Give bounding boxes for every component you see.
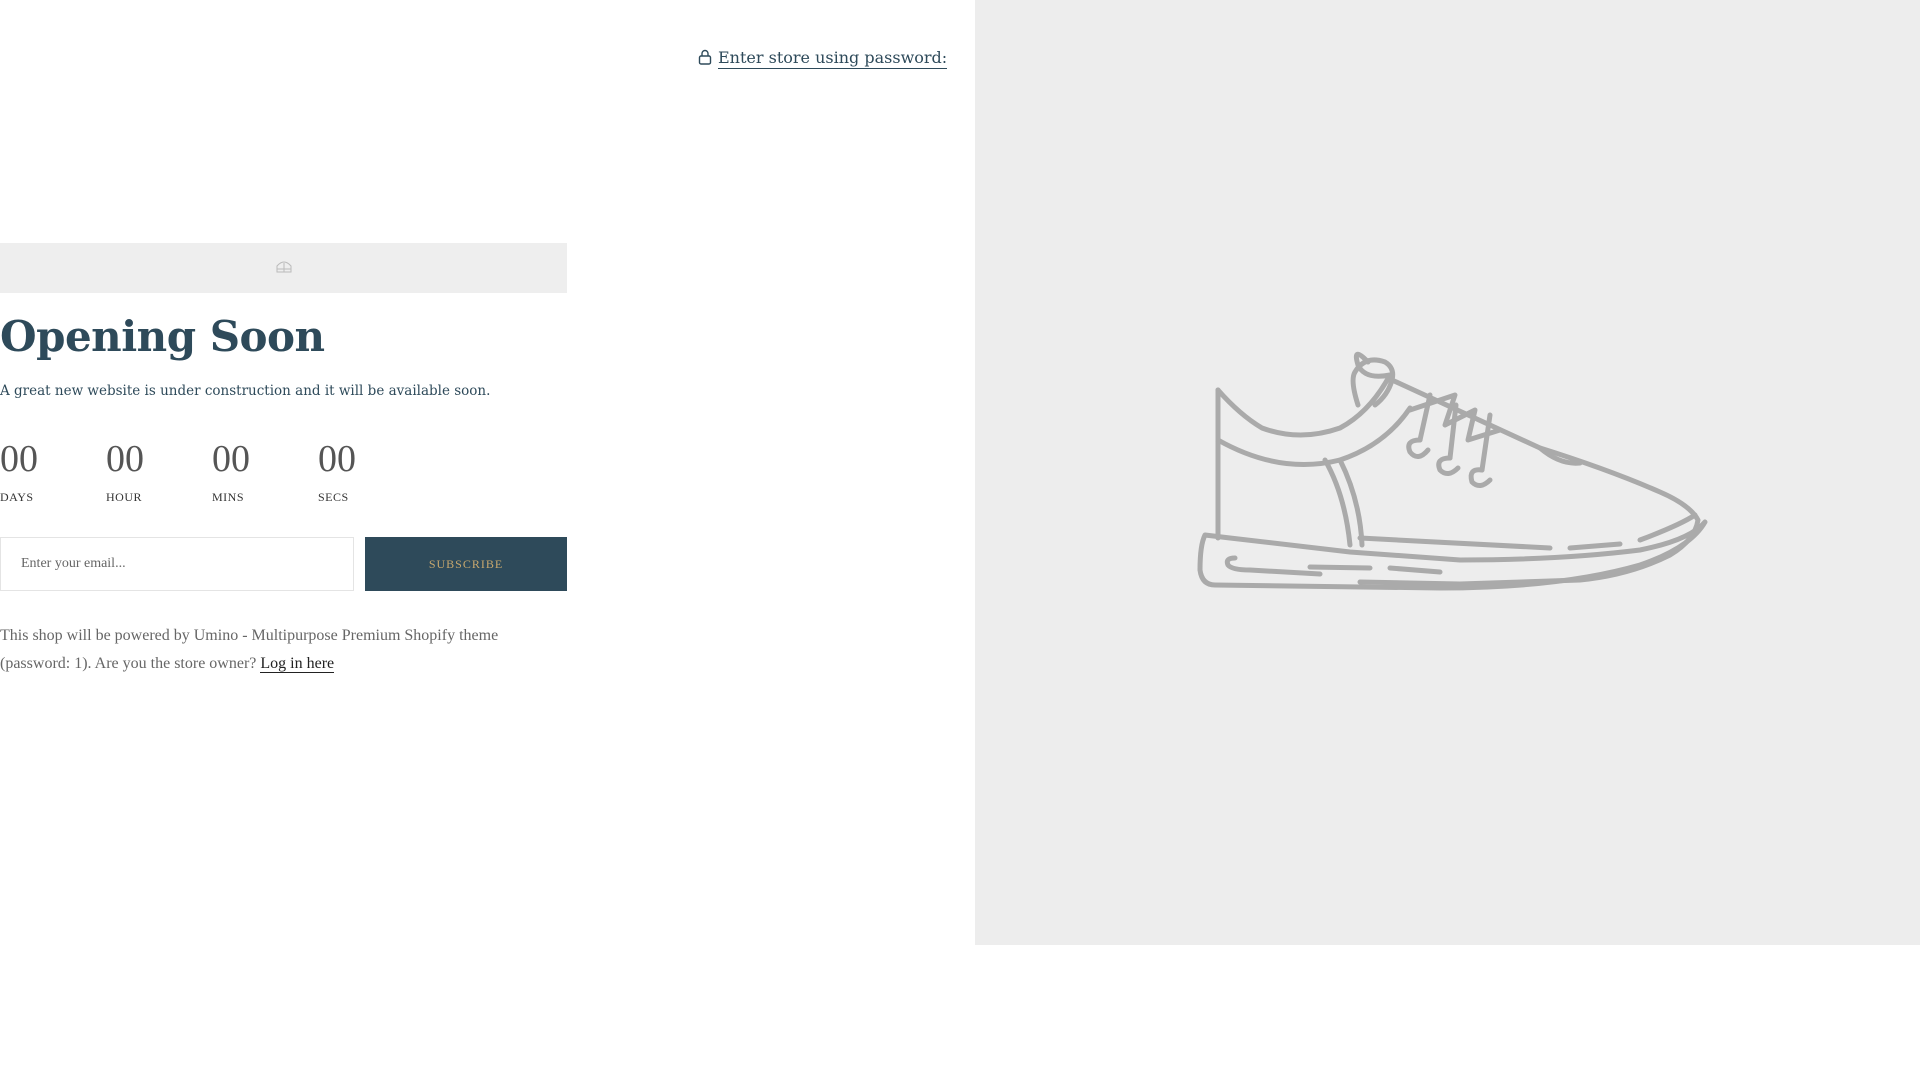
countdown-secs-label: SECS <box>318 490 349 504</box>
subscribe-button[interactable]: SUBSCRIBE <box>365 537 567 591</box>
countdown-mins-label: MINS <box>212 490 245 504</box>
countdown-secs-value: 00 <box>318 438 356 480</box>
countdown-days-label: DAYS <box>0 490 34 504</box>
sneaker-illustration <box>1197 351 1708 591</box>
email-field[interactable] <box>0 537 354 591</box>
lock-icon <box>698 49 712 69</box>
countdown-mins-value: 00 <box>212 438 250 480</box>
countdown-mins: 00 MINS <box>212 436 318 505</box>
countdown-hours-label: HOUR <box>106 490 143 504</box>
countdown-days: 00 DAYS <box>0 436 106 505</box>
page-title: Opening Soon <box>0 312 325 361</box>
footer-text: This shop will be powered by Umino - Mul… <box>0 627 499 672</box>
password-page-content: Enter store using password: Opening Soon… <box>0 0 975 1080</box>
countdown-hours-value: 00 <box>106 438 144 480</box>
countdown-timer: 00 DAYS 00 HOUR 00 MINS 00 SECS <box>0 436 424 505</box>
countdown-secs: 00 SECS <box>318 436 424 505</box>
countdown-days-value: 00 <box>0 438 38 480</box>
page-subtitle: A great new website is under constructio… <box>0 383 491 399</box>
enter-password-link[interactable]: Enter store using password: <box>698 48 948 69</box>
hero-image-panel <box>975 0 1920 945</box>
enter-password-label[interactable]: Enter store using password: <box>718 48 948 69</box>
footer-note: This shop will be powered by Umino - Mul… <box>0 622 570 678</box>
logo-placeholder <box>0 243 567 293</box>
logo-placeholder-icon <box>275 258 293 278</box>
countdown-hours: 00 HOUR <box>106 436 212 505</box>
login-link[interactable]: Log in here <box>260 655 335 673</box>
